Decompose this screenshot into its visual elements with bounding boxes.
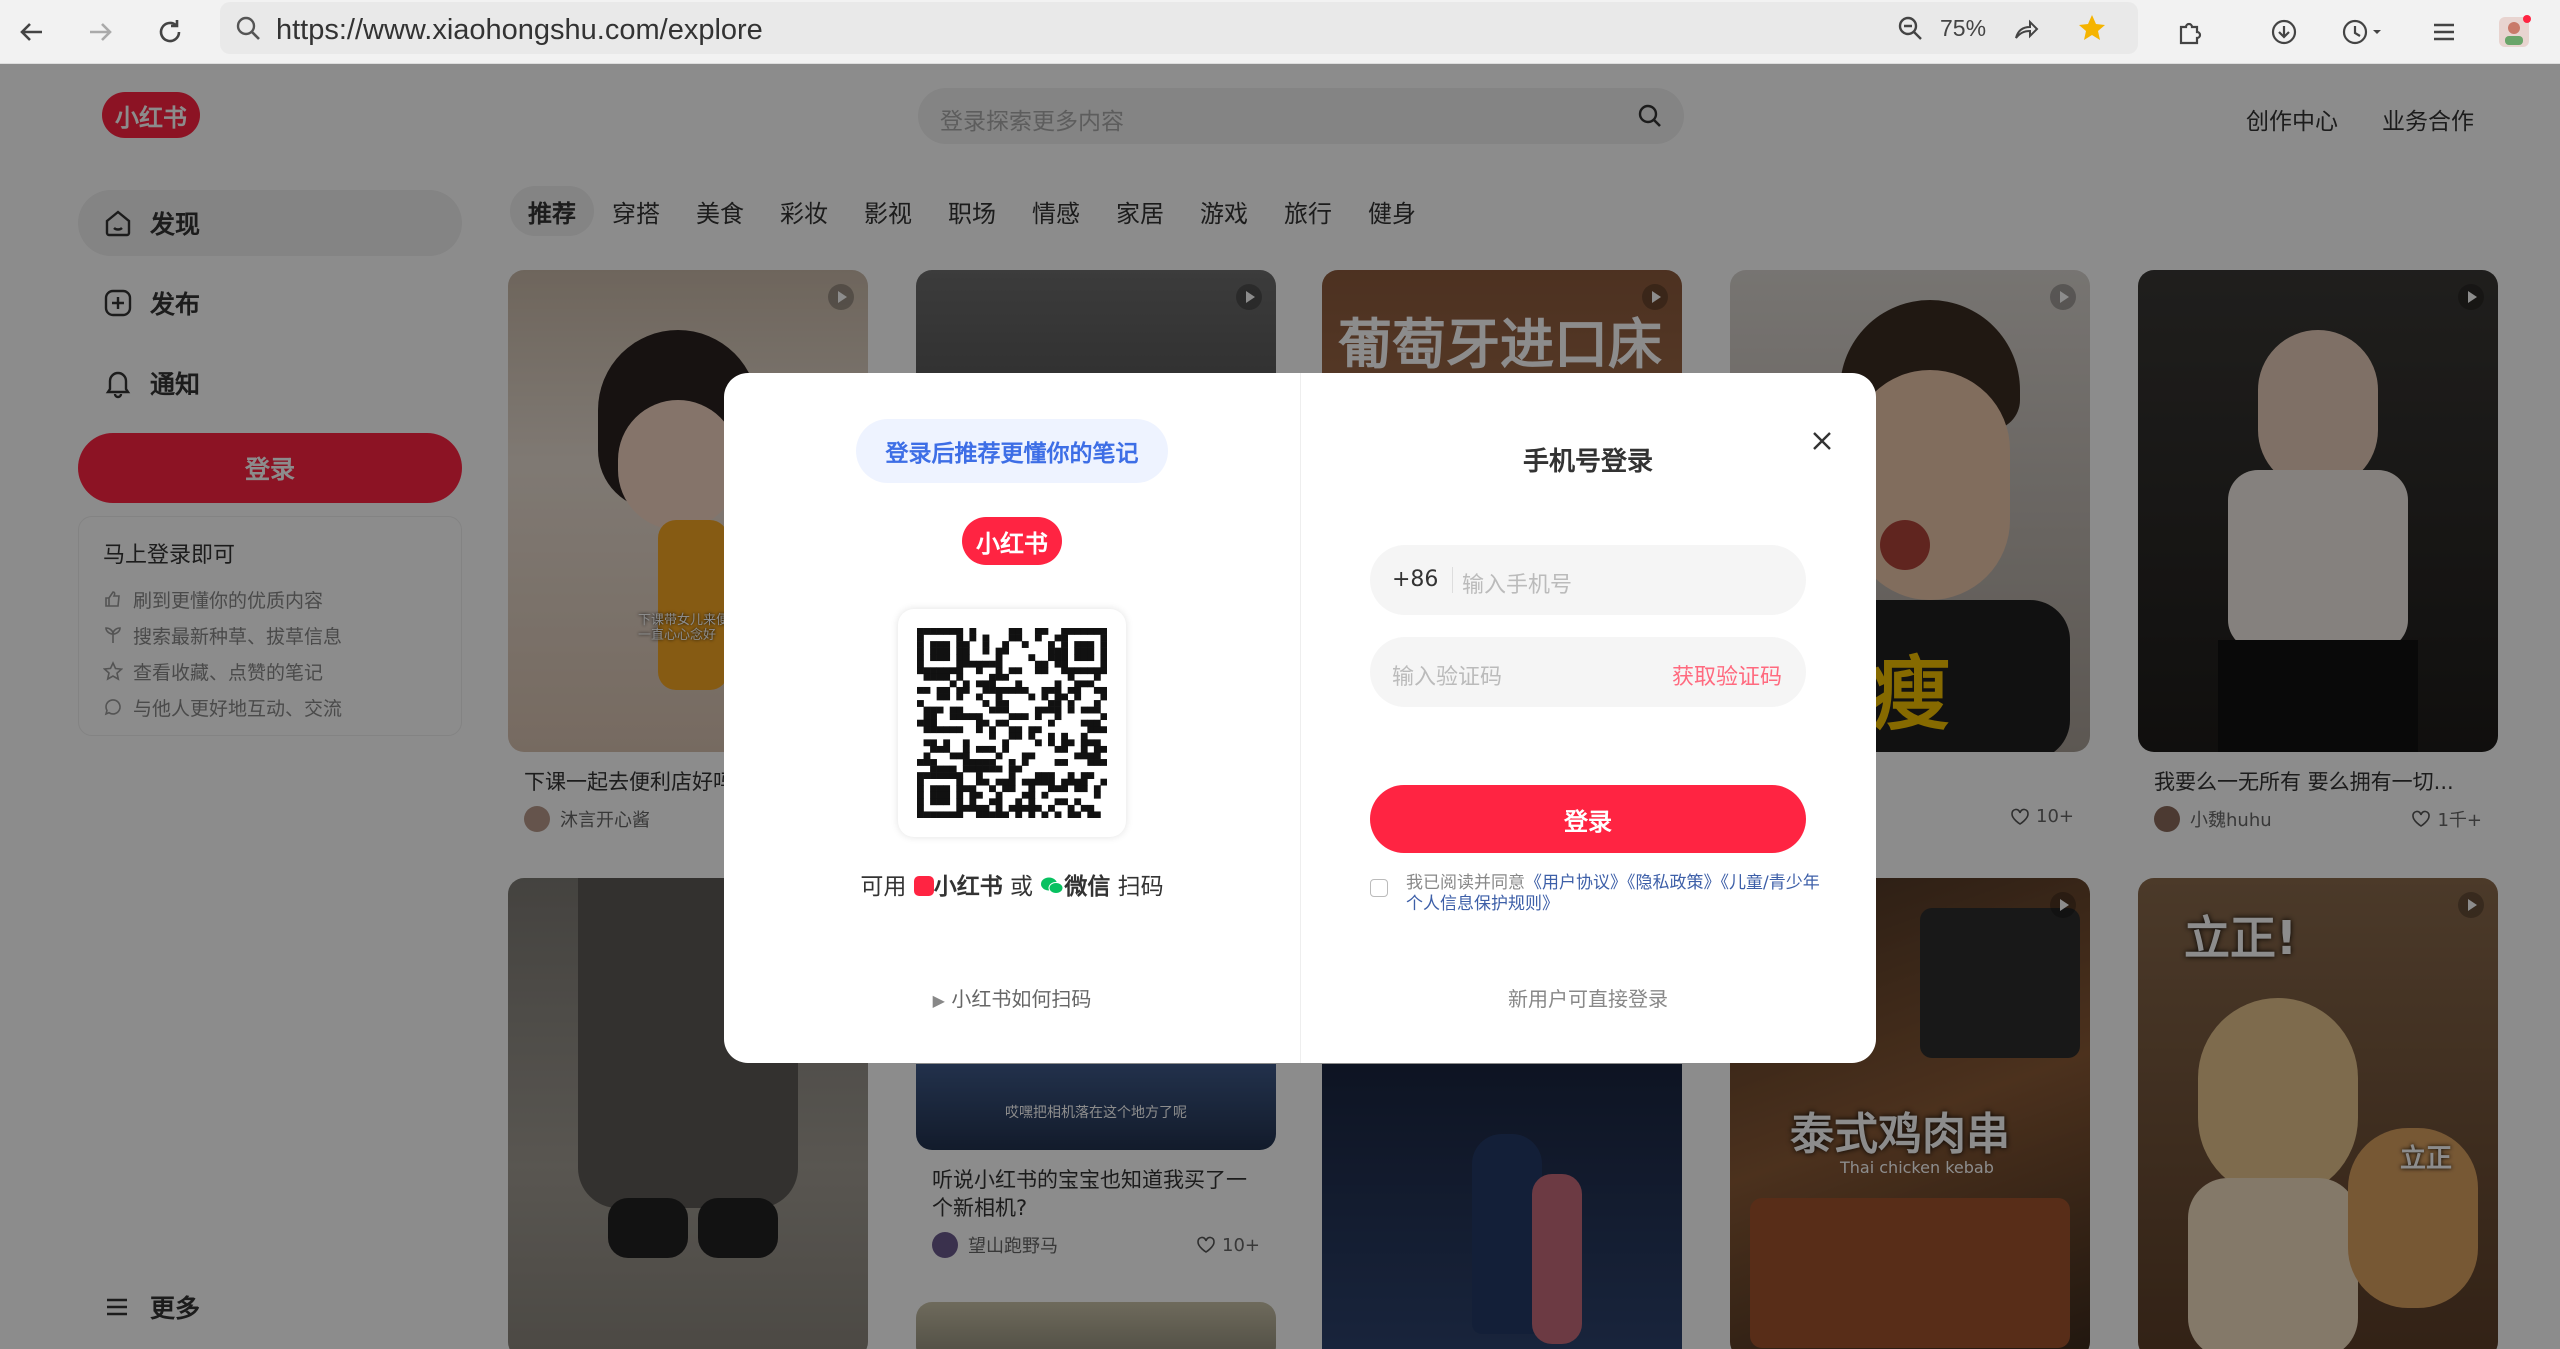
- menu-icon[interactable]: [2422, 10, 2466, 54]
- agree-checkbox[interactable]: [1370, 879, 1388, 897]
- brand-logo: 小红书: [962, 517, 1062, 565]
- login-button[interactable]: 登录: [1370, 785, 1806, 853]
- qr-code[interactable]: [898, 609, 1126, 837]
- download-icon[interactable]: [2262, 10, 2306, 54]
- reload-icon[interactable]: [148, 10, 192, 54]
- privacy-policy-link[interactable]: 《隐私政策》: [1627, 873, 1721, 893]
- verification-code-field[interactable]: 输入验证码 获取验证码: [1370, 637, 1806, 707]
- modal-title: 手机号登录: [1522, 447, 1653, 477]
- agreement-text: 我已阅读并同意《用户协议》《隐私政策》《儿童/青少年个人信息保护规则》: [1406, 873, 1820, 914]
- history-icon[interactable]: [2334, 10, 2390, 54]
- wechat-icon: [1040, 876, 1064, 896]
- zoom-level[interactable]: 75%: [1940, 15, 1986, 42]
- bookmark-star-icon[interactable]: [2076, 12, 2108, 44]
- recommend-pill: 登录后推荐更懂你的笔记: [856, 419, 1168, 483]
- forward-icon[interactable]: [78, 10, 122, 54]
- user-agreement-link[interactable]: 《用户协议》: [1525, 873, 1627, 893]
- url-text: https://www.xiaohongshu.com/explore: [276, 14, 763, 46]
- address-bar[interactable]: https://www.xiaohongshu.com/explore 75%: [220, 2, 2138, 54]
- get-code-button[interactable]: 获取验证码: [1672, 659, 1782, 691]
- search-icon: [236, 16, 260, 40]
- scan-instruction: 可用 小红书 或 微信 扫码: [860, 874, 1164, 900]
- code-placeholder: 输入验证码: [1392, 665, 1503, 690]
- how-to-scan-link[interactable]: ▶ 小红书如何扫码: [724, 983, 1300, 1012]
- extensions-icon[interactable]: [2168, 10, 2212, 54]
- close-icon[interactable]: [1804, 423, 1840, 459]
- qr-code-icon: [917, 628, 1107, 818]
- country-code[interactable]: +86: [1392, 567, 1438, 592]
- play-triangle-icon: ▶: [932, 991, 945, 1010]
- xiaohongshu-app-icon: [913, 876, 934, 896]
- new-user-hint: 新用户可直接登录: [1508, 987, 1668, 1011]
- share-icon[interactable]: [2010, 14, 2040, 44]
- zoom-out-icon[interactable]: [1896, 14, 1924, 42]
- phone-placeholder: 输入手机号: [1462, 573, 1573, 598]
- login-modal: 登录后推荐更懂你的笔记 小红书 可用 小红书 或 微信 扫码 ▶ 小红书如何扫码…: [724, 373, 1876, 1063]
- back-icon[interactable]: [10, 10, 54, 54]
- phone-field[interactable]: +86 输入手机号: [1370, 545, 1806, 615]
- browser-toolbar: https://www.xiaohongshu.com/explore 75%: [0, 0, 2560, 64]
- profile-avatar-icon[interactable]: [2492, 10, 2536, 54]
- divider: [1452, 567, 1453, 593]
